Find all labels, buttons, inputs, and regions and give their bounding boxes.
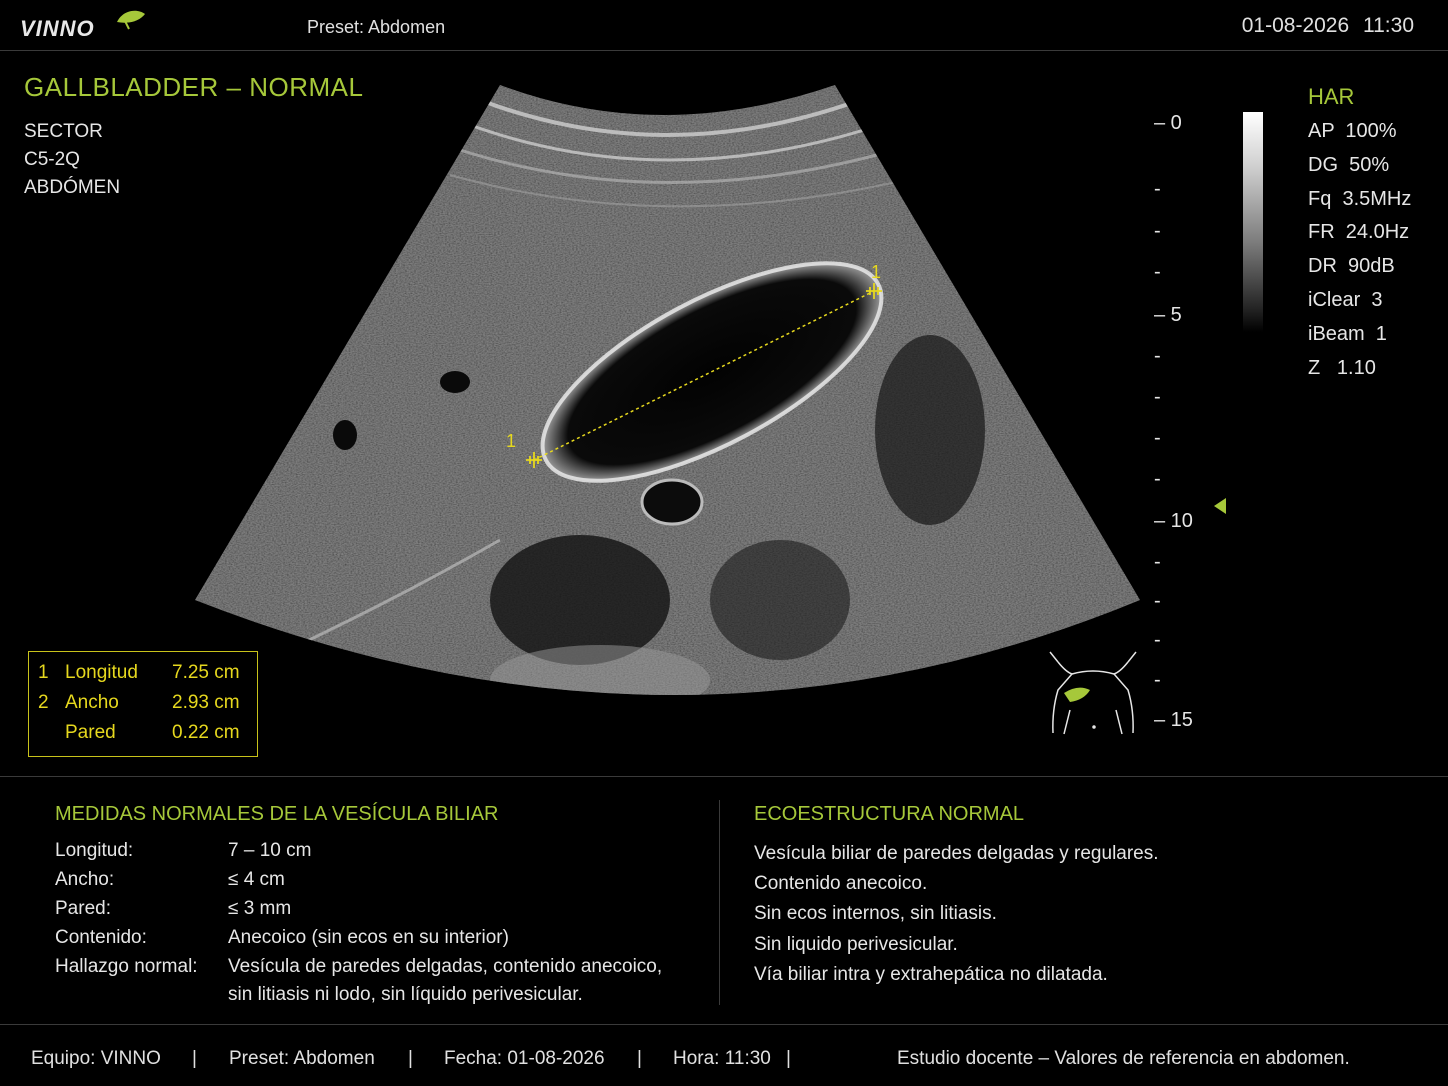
footer-separator: | <box>637 1048 642 1069</box>
param-iclear: iClear 3 <box>1308 289 1383 311</box>
measurement-row: 2 Ancho 2.93 cm <box>38 692 240 713</box>
caliper-a-label: 1 <box>506 431 516 451</box>
depth-tick: - <box>1154 261 1161 283</box>
param-dg: DG 50% <box>1308 154 1390 176</box>
depth-tick: - <box>1154 178 1161 200</box>
exam-title: GALLBLADDER – NORMAL <box>24 72 364 102</box>
depth-tick: - <box>1154 551 1161 573</box>
param-ap: AP 100% <box>1308 120 1397 142</box>
depth-tick: - <box>1154 468 1161 490</box>
echostructure-line: Sin liquido perivesicular. <box>754 934 958 955</box>
caliper-b-label: 1 <box>871 262 881 282</box>
focus-marker-icon[interactable] <box>1214 498 1226 514</box>
depth-tick: - <box>1154 220 1161 242</box>
divider <box>0 1024 1448 1025</box>
param-ibeam: iBeam 1 <box>1308 323 1387 345</box>
param-zoom: Z 1.10 <box>1308 357 1376 379</box>
depth-tick: – 5 <box>1154 304 1182 326</box>
depth-tick: - <box>1154 345 1161 367</box>
depth-tick: – 0 <box>1154 112 1182 134</box>
depth-tick: - <box>1154 386 1161 408</box>
measurement-results: 1 Longitud 7.25 cm 2 Ancho 2.93 cm Pared… <box>28 651 258 757</box>
measure-label: Ancho: <box>55 869 115 890</box>
measurement-row: Pared 0.22 cm <box>65 722 240 743</box>
measure-value: 7 – 10 cm <box>228 840 312 861</box>
har-mode: HAR <box>1308 84 1355 109</box>
divider <box>0 776 1448 777</box>
echostructure-line: Vesícula biliar de paredes delgadas y re… <box>754 843 1159 864</box>
echostructure-line: Sin ecos internos, sin litiasis. <box>754 903 997 924</box>
footer-equipment: Equipo: VINNO <box>31 1048 161 1069</box>
footer-separator: | <box>786 1048 791 1069</box>
footer-preset: Preset: Abdomen <box>229 1048 375 1069</box>
exam-region: ABDÓMEN <box>24 177 121 198</box>
echostructure-title: ECOESTRUCTURA NORMAL <box>754 803 1025 825</box>
grayscale-bar <box>1243 112 1263 332</box>
divider <box>719 800 720 1005</box>
footer-date: Fecha: 01-08-2026 <box>444 1048 605 1069</box>
footer-time: Hora: 11:30 <box>673 1048 771 1069</box>
param-fr: FR 24.0Hz <box>1308 221 1410 243</box>
probe-model: C5-2Q <box>24 149 80 170</box>
measure-label: Longitud: <box>55 840 134 861</box>
measure-value: ≤ 3 mm <box>228 898 292 919</box>
measurement-row: 1 Longitud 7.25 cm <box>38 662 240 683</box>
measure-value: sin litiasis ni lodo, sin líquido perive… <box>228 984 583 1005</box>
measure-value: Anecoico (sin ecos en su interior) <box>228 927 509 948</box>
footer-note: Estudio docente – Valores de referencia … <box>897 1048 1350 1069</box>
depth-tick: - <box>1154 629 1161 651</box>
depth-tick: - <box>1154 669 1161 691</box>
measure-value: ≤ 4 cm <box>228 869 285 890</box>
normal-measures-title: MEDIDAS NORMALES DE LA VESÍCULA BILIAR <box>55 803 499 825</box>
param-fq: Fq 3.5MHz <box>1308 188 1412 210</box>
depth-tick: - <box>1154 427 1161 449</box>
measure-label: Contenido: <box>55 927 147 948</box>
measure-label: Hallazgo normal: <box>55 956 198 977</box>
depth-tick: – 15 <box>1154 709 1193 731</box>
measure-value: Vesícula de paredes delgadas, contenido … <box>228 956 663 977</box>
depth-tick: – 10 <box>1154 510 1193 532</box>
gallbladder-marker-icon <box>1064 687 1090 702</box>
probe-type: SECTOR <box>24 121 103 142</box>
depth-tick: - <box>1154 590 1161 612</box>
body-marker-icon <box>1049 651 1137 735</box>
footer-separator: | <box>192 1048 197 1069</box>
footer-separator: | <box>408 1048 413 1069</box>
param-dr: DR 90dB <box>1308 255 1395 277</box>
echostructure-line: Vía biliar intra y extrahepática no dila… <box>754 964 1108 985</box>
echostructure-line: Contenido anecoico. <box>754 873 928 894</box>
measure-label: Pared: <box>55 898 111 919</box>
